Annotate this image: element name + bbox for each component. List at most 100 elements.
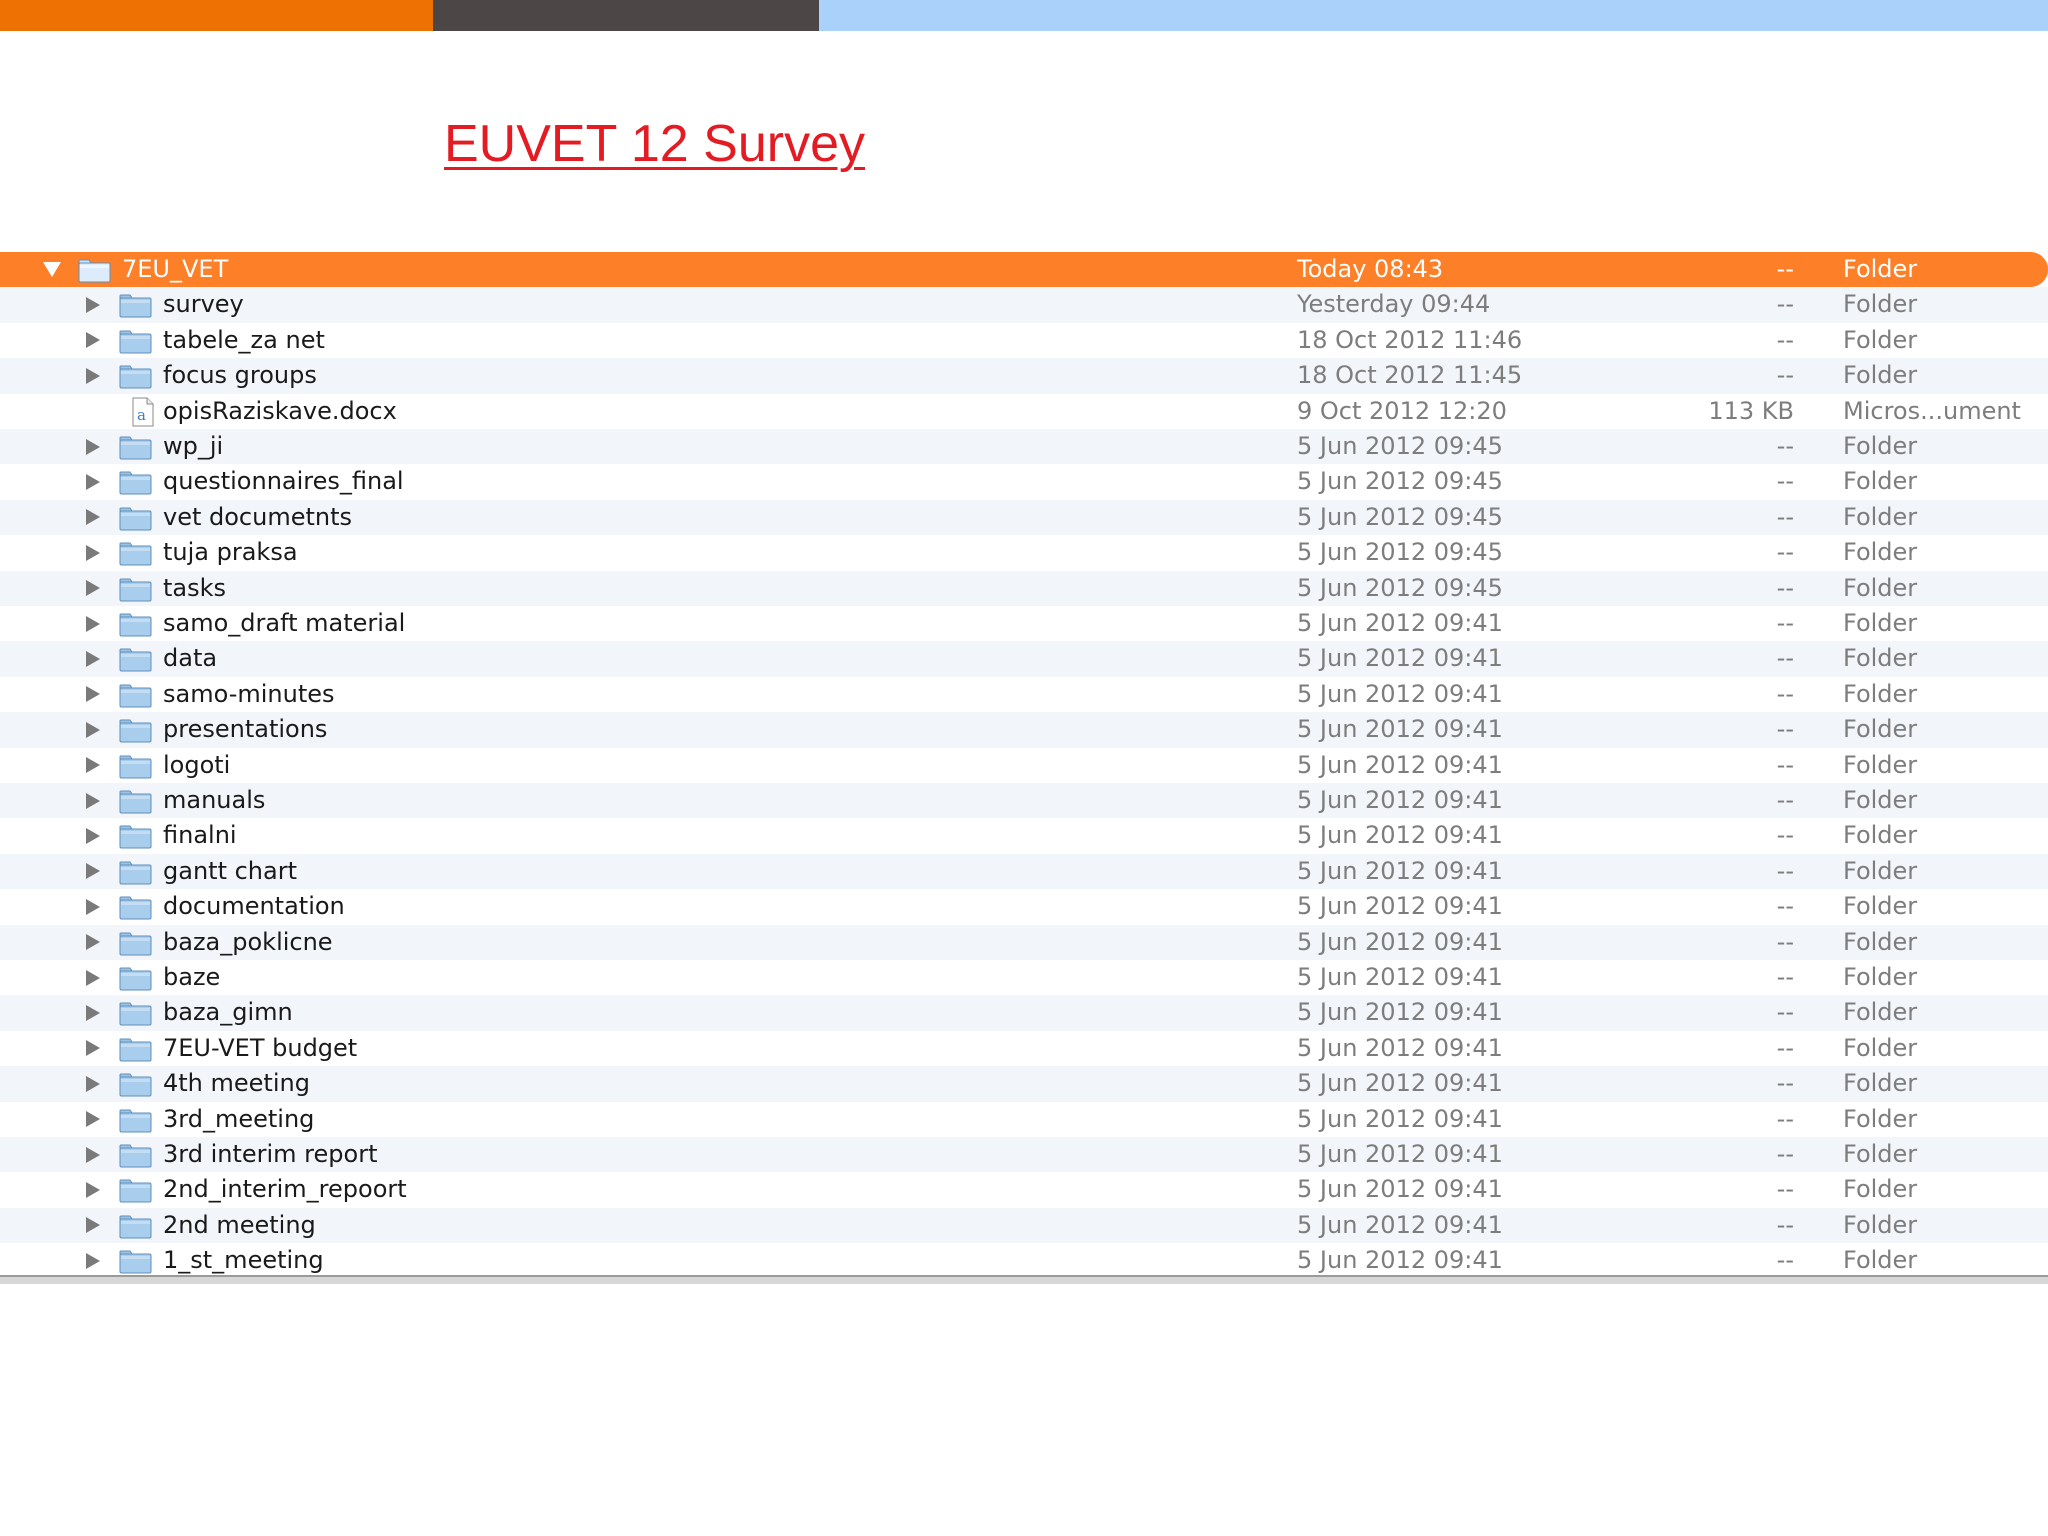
folder-icon xyxy=(119,329,152,354)
finder-row[interactable]: manuals 5 Jun 2012 09:41 -- Folder xyxy=(0,783,2048,819)
item-date-modified: 5 Jun 2012 09:41 xyxy=(1297,644,1503,673)
finder-row[interactable]: baza_gimn 5 Jun 2012 09:41 -- Folder xyxy=(0,995,2048,1031)
finder-row[interactable]: 3rd interim report 5 Jun 2012 09:41 -- Fold… xyxy=(0,1137,2048,1173)
finder-row[interactable]: 2nd meeting 5 Jun 2012 09:41 -- Folder xyxy=(0,1207,2048,1244)
item-name: 3rd_meeting xyxy=(163,1104,315,1133)
disclosure-triangle-icon[interactable] xyxy=(82,323,104,358)
item-date-modified: 5 Jun 2012 09:41 xyxy=(1297,963,1503,991)
disclosure-triangle-icon[interactable] xyxy=(82,1031,104,1066)
item-kind: Folder xyxy=(1843,750,1918,779)
item-name: 2nd meeting xyxy=(163,1210,316,1239)
svg-text:a: a xyxy=(137,406,146,424)
disclosure-triangle-icon[interactable] xyxy=(82,889,104,924)
disclosure-triangle-expanded-icon[interactable] xyxy=(41,252,63,287)
finder-row[interactable]: gantt chart 5 Jun 2012 09:41 -- Folder xyxy=(0,853,2048,890)
item-name: 4th meeting xyxy=(163,1069,310,1098)
disclosure-triangle-icon[interactable] xyxy=(82,1208,104,1243)
item-size: -- xyxy=(1776,821,1794,850)
finder-row[interactable]: tuja praksa 5 Jun 2012 09:45 -- Folder xyxy=(0,535,2048,570)
item-size: -- xyxy=(1776,998,1794,1027)
disclosure-triangle-icon[interactable] xyxy=(82,571,104,606)
folder-icon xyxy=(119,718,152,743)
item-size: -- xyxy=(1776,361,1794,390)
item-date-modified: 5 Jun 2012 09:41 xyxy=(1297,679,1503,708)
item-name: samo_draft material xyxy=(163,609,406,637)
disclosure-triangle-icon[interactable] xyxy=(82,500,104,535)
finder-row[interactable]: a opisRaziskave.docx 9 Oct 2012 12:20 113 … xyxy=(0,394,2048,429)
disclosure-triangle-icon[interactable] xyxy=(82,818,104,853)
disclosure-triangle-icon[interactable] xyxy=(82,1172,104,1207)
item-date-modified: 5 Jun 2012 09:45 xyxy=(1297,573,1503,602)
finder-row[interactable]: documentation 5 Jun 2012 09:41 -- Folder xyxy=(0,889,2048,924)
disclosure-triangle-icon[interactable] xyxy=(82,464,104,499)
finder-row[interactable]: samo-minutes 5 Jun 2012 09:41 -- Folder xyxy=(0,677,2048,712)
disclosure-triangle-icon[interactable] xyxy=(82,748,104,783)
slide-title[interactable]: EUVET 12 Survey xyxy=(444,112,865,176)
folder-icon xyxy=(119,895,152,920)
disclosure-triangle-icon[interactable] xyxy=(82,358,104,393)
folder-icon xyxy=(119,966,152,991)
item-kind: Folder xyxy=(1843,467,1918,496)
disclosure-triangle-icon[interactable] xyxy=(82,287,104,322)
disclosure-triangle-icon[interactable] xyxy=(82,1066,104,1101)
item-name: tuja praksa xyxy=(163,538,298,567)
item-kind: Folder xyxy=(1843,1140,1918,1168)
finder-row[interactable]: 7EU-VET budget 5 Jun 2012 09:41 -- Folder xyxy=(0,1031,2048,1066)
item-date-modified: 5 Jun 2012 09:41 xyxy=(1297,998,1503,1027)
finder-row[interactable]: 3rd_meeting 5 Jun 2012 09:41 -- Folder xyxy=(0,1102,2048,1137)
finder-row[interactable]: 4th meeting 5 Jun 2012 09:41 -- Folder xyxy=(0,1066,2048,1102)
folder-icon xyxy=(119,860,152,885)
disclosure-triangle-icon[interactable] xyxy=(82,1102,104,1137)
finder-row[interactable]: finalni 5 Jun 2012 09:41 -- Folder xyxy=(0,818,2048,853)
folder-icon xyxy=(119,1001,152,1026)
finder-row[interactable]: wp_ji 5 Jun 2012 09:45 -- Folder xyxy=(0,429,2048,465)
item-name: baze xyxy=(163,963,221,991)
finder-row[interactable]: tabele_za net 18 Oct 2012 11:46 -- Folder xyxy=(0,323,2048,358)
item-name: 7EU-VET budget xyxy=(163,1033,358,1062)
finder-row[interactable]: samo_draft material 5 Jun 2012 09:41 -- Fol… xyxy=(0,606,2048,641)
finder-row[interactable]: focus groups 18 Oct 2012 11:45 -- Folder xyxy=(0,358,2048,394)
finder-row-selected[interactable]: 7EU_VET Today 08:43 -- Folder xyxy=(0,252,2048,288)
item-date-modified: 5 Jun 2012 09:41 xyxy=(1297,750,1503,779)
item-kind: Folder xyxy=(1843,573,1918,602)
disclosure-triangle-icon[interactable] xyxy=(82,854,104,889)
item-kind: Folder xyxy=(1843,255,1918,283)
disclosure-triangle-icon[interactable] xyxy=(82,641,104,676)
disclosure-triangle-icon[interactable] xyxy=(82,606,104,641)
disclosure-triangle-icon[interactable] xyxy=(82,925,104,960)
item-name: 1_st_meeting xyxy=(163,1246,324,1275)
disclosure-triangle-icon[interactable] xyxy=(82,960,104,995)
finder-row[interactable]: baza_poklicne 5 Jun 2012 09:41 -- Folder xyxy=(0,924,2048,960)
finder-row[interactable]: baze 5 Jun 2012 09:41 -- Folder xyxy=(0,960,2048,995)
finder-bottom-edge xyxy=(0,1275,2048,1284)
finder-row[interactable]: 2nd_interim_repoort 5 Jun 2012 09:41 -- Fol… xyxy=(0,1172,2048,1207)
finder-row[interactable]: 1_st_meeting 5 Jun 2012 09:41 -- Folder xyxy=(0,1243,2048,1278)
finder-row[interactable]: logoti 5 Jun 2012 09:41 -- Folder xyxy=(0,748,2048,783)
item-name: presentations xyxy=(163,715,328,744)
item-name: 2nd_interim_repoort xyxy=(163,1175,407,1204)
disclosure-triangle-icon[interactable] xyxy=(82,1243,104,1278)
finder-row[interactable]: data 5 Jun 2012 09:41 -- Folder xyxy=(0,641,2048,677)
finder-row[interactable]: vet documetnts 5 Jun 2012 09:45 -- Folder xyxy=(0,499,2048,536)
item-name: tasks xyxy=(163,573,227,602)
item-name: wp_ji xyxy=(163,432,224,460)
finder-row[interactable]: survey Yesterday 09:44 -- Folder xyxy=(0,287,2048,323)
item-kind: Micros...ument xyxy=(1843,396,2021,425)
finder-row[interactable]: tasks 5 Jun 2012 09:45 -- Folder xyxy=(0,570,2048,606)
disclosure-triangle-icon[interactable] xyxy=(82,1137,104,1172)
disclosure-triangle-icon[interactable] xyxy=(82,535,104,570)
finder-row[interactable]: questionnaires_final 5 Jun 2012 09:45 -- Fo… xyxy=(0,464,2048,499)
item-kind: Folder xyxy=(1843,715,1918,744)
finder-row[interactable]: presentations 5 Jun 2012 09:41 -- Folder xyxy=(0,712,2048,748)
disclosure-triangle-icon[interactable] xyxy=(82,783,104,818)
disclosure-triangle-icon[interactable] xyxy=(82,712,104,747)
item-size: -- xyxy=(1776,325,1794,354)
item-kind: Folder xyxy=(1843,892,1918,921)
finder-list-view: 7EU_VET Today 08:43 -- Folder survey Yesterd… xyxy=(0,252,2048,1282)
disclosure-triangle-icon[interactable] xyxy=(82,677,104,712)
item-date-modified: 5 Jun 2012 09:41 xyxy=(1297,1069,1503,1098)
folder-icon xyxy=(119,931,152,956)
item-size: -- xyxy=(1776,927,1794,956)
disclosure-triangle-icon[interactable] xyxy=(82,429,104,464)
disclosure-triangle-icon[interactable] xyxy=(82,995,104,1030)
